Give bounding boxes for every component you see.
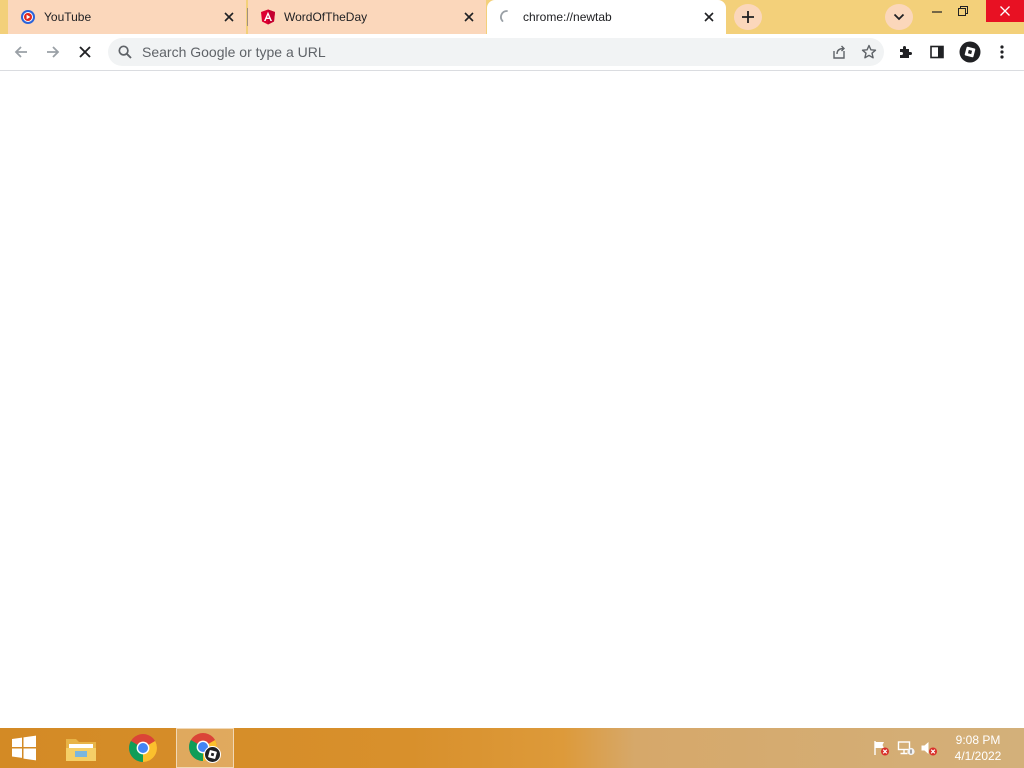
- new-tab-button[interactable]: [734, 4, 762, 30]
- chevron-down-icon: [893, 13, 905, 21]
- back-button[interactable]: [8, 39, 34, 65]
- restore-button[interactable]: [948, 0, 978, 22]
- youtube-favicon: [20, 9, 36, 25]
- angular-favicon: [260, 9, 276, 25]
- close-tab-icon[interactable]: [700, 8, 718, 26]
- forward-button[interactable]: [40, 39, 66, 65]
- browser-toolbar: [0, 34, 1024, 71]
- action-center-flag-icon[interactable]: [872, 740, 890, 756]
- search-icon: [108, 45, 142, 59]
- page-content: [0, 71, 1024, 728]
- chrome-taskbar-button[interactable]: [114, 728, 172, 768]
- arrow-left-icon: [14, 46, 27, 58]
- tab-newtab[interactable]: chrome://newtab: [487, 0, 726, 34]
- profile-avatar[interactable]: [957, 39, 983, 65]
- extensions-button[interactable]: [893, 39, 919, 65]
- address-input[interactable]: [142, 44, 824, 60]
- loading-spinner-icon: [499, 9, 515, 25]
- windows-logo-icon: [12, 735, 36, 761]
- file-explorer-button[interactable]: [52, 728, 110, 768]
- volume-muted-icon[interactable]: [920, 740, 938, 756]
- share-icon[interactable]: [824, 38, 854, 66]
- stop-icon: [79, 46, 91, 58]
- tab-youtube[interactable]: YouTube: [8, 0, 246, 34]
- tab-title: chrome://newtab: [523, 10, 612, 24]
- tab-search-button[interactable]: [885, 4, 913, 30]
- clock-date: 4/1/2022: [954, 749, 1002, 763]
- tab-title: WordOfTheDay: [284, 10, 368, 24]
- stop-loading-button[interactable]: [72, 39, 98, 65]
- more-vertical-icon: [1000, 45, 1004, 59]
- clock-time: 9:08 PM: [955, 733, 1001, 747]
- chrome-profile-taskbar-button[interactable]: [176, 728, 234, 768]
- restore-icon: [958, 6, 968, 16]
- close-icon: [1000, 6, 1010, 16]
- start-button[interactable]: [0, 728, 48, 768]
- tab-title: YouTube: [44, 10, 92, 24]
- close-tab-icon[interactable]: [220, 8, 238, 26]
- close-window-button[interactable]: [986, 0, 1024, 22]
- windows-taskbar: 9:08 PM 4/1/2022: [0, 728, 1024, 768]
- arrow-right-icon: [47, 46, 60, 58]
- network-icon[interactable]: [897, 740, 915, 756]
- puzzle-icon: [900, 46, 912, 58]
- close-tab-icon[interactable]: [460, 8, 478, 26]
- system-clock[interactable]: 9:08 PM 4/1/2022: [948, 732, 1008, 764]
- folder-icon: [66, 739, 96, 761]
- menu-button[interactable]: [989, 39, 1015, 65]
- avatar-icon: [959, 41, 981, 63]
- bookmark-star-icon[interactable]: [854, 38, 884, 66]
- omnibox[interactable]: [108, 38, 884, 66]
- side-panel-icon: [930, 45, 944, 59]
- plus-icon: [742, 11, 754, 23]
- side-panel-button[interactable]: [924, 39, 950, 65]
- chrome-profile-icon: [189, 733, 221, 763]
- chrome-icon: [129, 734, 157, 762]
- minimize-icon: [932, 11, 942, 13]
- tab-wordoftheday[interactable]: WordOfTheDay: [248, 0, 486, 34]
- tab-strip: YouTube WordOfTheDay chrome://newtab: [0, 0, 1024, 34]
